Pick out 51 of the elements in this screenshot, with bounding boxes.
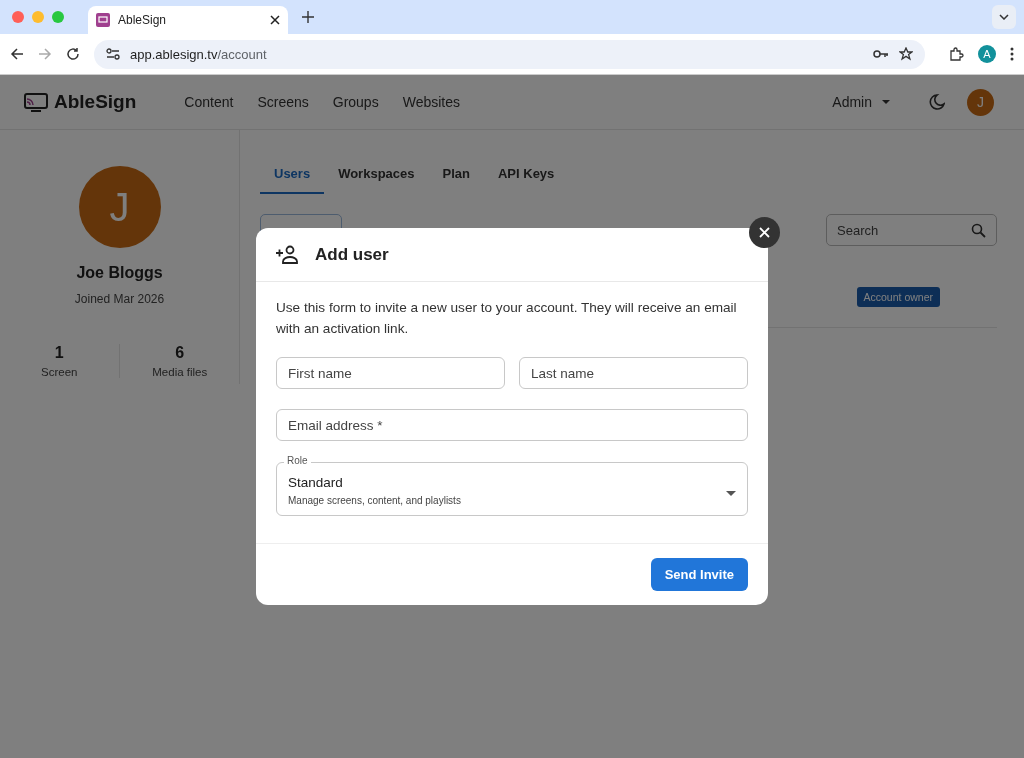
search-field[interactable]: Search xyxy=(826,214,997,246)
favicon-icon xyxy=(96,13,110,27)
admin-menu[interactable]: Admin xyxy=(832,94,890,110)
tab[interactable]: Plan xyxy=(428,156,484,194)
tab[interactable]: API Keys xyxy=(483,156,569,194)
user-avatar[interactable]: J xyxy=(967,88,994,116)
profile-avatar[interactable]: A xyxy=(978,45,996,63)
star-icon[interactable] xyxy=(899,47,913,61)
profile-avatar: J xyxy=(78,166,161,248)
moon-icon[interactable] xyxy=(928,93,945,111)
browser-tab[interactable]: AbleSign xyxy=(88,6,288,34)
close-icon[interactable] xyxy=(270,15,280,25)
new-tab-icon[interactable] xyxy=(302,11,314,23)
caret-icon xyxy=(882,100,890,104)
caret-icon xyxy=(726,490,736,496)
address-bar[interactable]: app.ablesign.tv/account xyxy=(94,39,925,69)
nav-link[interactable]: Websites xyxy=(402,94,460,110)
stat-label: Screen xyxy=(41,366,78,378)
screen-icon xyxy=(24,92,48,112)
close-icon xyxy=(759,227,770,238)
key-icon[interactable] xyxy=(873,49,889,59)
profile-name: Joe Bloggs xyxy=(76,264,163,282)
nav-link[interactable]: Content xyxy=(184,94,234,110)
site-settings-icon[interactable] xyxy=(106,47,120,61)
send-invite-button[interactable]: Send Invite xyxy=(650,558,748,591)
stat-value: 1 xyxy=(54,344,64,362)
close-button[interactable] xyxy=(749,217,780,248)
url-text: app.ablesign.tv/account xyxy=(130,46,268,62)
nav-link[interactable]: Groups xyxy=(332,94,379,110)
add-person-icon xyxy=(276,245,301,264)
tab[interactable]: Users xyxy=(260,156,325,194)
back-icon[interactable] xyxy=(10,47,24,61)
first-name-field[interactable]: First name xyxy=(276,357,505,389)
search-icon xyxy=(971,222,986,238)
tab[interactable]: Workspaces xyxy=(324,156,429,194)
email-field[interactable]: Email address * xyxy=(276,409,748,441)
last-name-field[interactable]: Last name xyxy=(519,357,748,389)
dialog-description: Use this form to invite a new user to your account. They will receive an email with an activation link. xyxy=(276,299,738,338)
stat-label: Media files xyxy=(152,366,208,378)
role-badge: Account owner xyxy=(856,287,940,307)
role-label: Role xyxy=(284,455,311,467)
joined-date: Joined Mar 2026 xyxy=(74,292,165,306)
stat-value: 6 xyxy=(175,344,185,362)
logo-text: AbleSign xyxy=(54,91,137,113)
tab-list-button[interactable] xyxy=(992,5,1016,29)
chevron-icon xyxy=(999,14,1009,20)
nav-link[interactable]: Screens xyxy=(257,94,309,110)
dialog-title: Add user xyxy=(315,244,389,265)
reload-icon[interactable] xyxy=(66,47,80,61)
puzzle-icon[interactable] xyxy=(949,46,964,62)
menu-icon[interactable] xyxy=(1010,47,1014,61)
